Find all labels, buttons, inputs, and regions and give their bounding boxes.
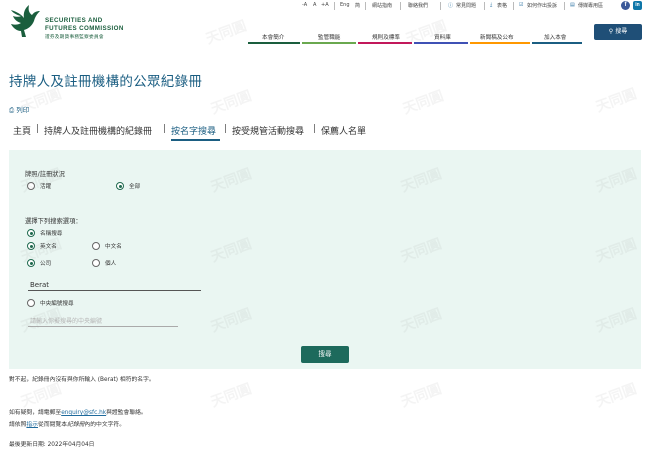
print-link[interactable]: ⎙ 列印: [9, 104, 29, 115]
site-search-button[interactable]: ⚲ 搜尋: [594, 24, 642, 40]
corporation-radio[interactable]: [27, 259, 35, 267]
font-size-medium[interactable]: A: [313, 2, 316, 8]
watermark: 天同圓: [208, 381, 254, 411]
last-updated: 最後更新日期: 2022年04月04日: [9, 442, 95, 448]
tab-separator: |: [163, 124, 167, 134]
enquiry-prefix: 如有疑問，請電郵至: [9, 410, 62, 416]
status-active-radio[interactable]: [27, 182, 35, 190]
print-label: 列印: [16, 106, 30, 114]
watermark: 天同圓: [593, 86, 639, 116]
tab-search-by-name[interactable]: 按名字搜尋: [171, 124, 216, 137]
email-link[interactable]: enquiry@sfc.hk: [61, 410, 106, 416]
enquiry-line: 如有疑問，請電郵至enquiry@sfc.hk與證監會聯絡。: [9, 407, 147, 416]
forms-link[interactable]: 表格: [497, 2, 507, 9]
nav-accent-bar: [358, 42, 412, 44]
status-active-label: 活躍: [40, 184, 52, 190]
instructions-link[interactable]: 指示: [26, 422, 38, 428]
media-icon: ▤: [570, 2, 575, 8]
eagle-logo-icon: [11, 5, 40, 37]
ce-number-input[interactable]: [28, 317, 178, 327]
faq-link[interactable]: 常見問題: [456, 2, 476, 9]
logo-text-zh: 證券及期貨事務監察委員會: [45, 35, 104, 40]
site-map-link[interactable]: 網站指南: [372, 2, 392, 9]
individual-radio[interactable]: [92, 259, 100, 267]
name-search-radio[interactable]: [27, 229, 35, 237]
tab-register[interactable]: 持牌人及註冊機構的紀錄冊: [44, 124, 152, 137]
facebook-icon[interactable]: f: [621, 1, 630, 10]
logo-text-en-2: FUTURES COMMISSION: [45, 25, 124, 32]
divider: [334, 2, 335, 10]
nav-accent-bar: [248, 42, 300, 44]
nav-item-database[interactable]: 資料庫: [434, 33, 451, 41]
site-search-label: 搜尋: [615, 28, 628, 35]
english-name-radio[interactable]: [27, 242, 35, 250]
tab-separator: |: [224, 124, 228, 134]
help-italic: 紀錄冊: [67, 422, 85, 428]
ce-search-radio[interactable]: [27, 299, 35, 307]
download-icon: ⤓: [490, 2, 493, 8]
enquiry-suffix: 與證監會聯絡。: [106, 410, 147, 416]
no-result-message: 對不起，紀錄冊內沒有與你所輸入 (Berat) 相符的名字。: [9, 377, 155, 383]
nav-item-regulatory[interactable]: 監管職能: [318, 33, 340, 41]
tab-separator: |: [36, 124, 40, 134]
status-label: 牌照/註冊狀況: [25, 171, 65, 178]
font-size-large[interactable]: +A: [321, 2, 329, 8]
watermark: 天同圓: [208, 88, 254, 118]
tab-separator: |: [313, 124, 317, 134]
divider: [564, 2, 565, 10]
status-all-radio[interactable]: [116, 182, 124, 190]
divider: [484, 2, 485, 10]
english-name-label: 英文名: [40, 244, 57, 250]
top-bar: SECURITIES AND FUTURES COMMISSION 證券及期貨事…: [0, 0, 650, 46]
media-link[interactable]: 傳媒專用區: [578, 2, 603, 9]
complaint-icon: ☑: [519, 2, 524, 8]
tab-sponsors-list[interactable]: 保薦人名單: [321, 124, 366, 137]
name-search-label: 名稱搜尋: [40, 231, 63, 237]
contact-link[interactable]: 聯絡我們: [408, 2, 428, 9]
complaint-link[interactable]: 如何作出投訴: [527, 2, 557, 9]
sfc-logo[interactable]: SECURITIES AND FUTURES COMMISSION 證券及期貨事…: [9, 4, 199, 44]
lang-sc-link[interactable]: 简: [355, 2, 360, 9]
nav-item-news[interactable]: 新聞稿及公布: [480, 33, 514, 41]
tab-search-by-activity[interactable]: 按受規管活動搜尋: [232, 124, 304, 137]
logo-text-en-1: SECURITIES AND: [45, 17, 103, 24]
name-input[interactable]: [28, 280, 201, 291]
search-form-panel: [9, 150, 641, 369]
divider: [513, 2, 514, 10]
nav-accent-bar: [532, 42, 582, 44]
individual-label: 個人: [105, 261, 117, 267]
watermark: 天同圓: [398, 381, 444, 411]
divider: [400, 2, 401, 10]
divider: [440, 2, 441, 10]
watermark: 天同圓: [400, 88, 446, 118]
search-icon: ⚲: [608, 28, 614, 35]
faq-icon: ⓘ: [448, 3, 454, 9]
divider: [365, 2, 366, 10]
submit-search-button[interactable]: 搜尋: [301, 346, 349, 363]
nav-accent-bar: [470, 42, 530, 44]
linkedin-icon[interactable]: in: [633, 1, 642, 10]
nav-accent-bar: [302, 42, 356, 44]
nav-item-careers[interactable]: 加入本會: [544, 33, 566, 41]
status-all-label: 全部: [129, 184, 141, 190]
criteria-label: 選擇下列搜索選項：: [25, 218, 82, 225]
chinese-name-radio[interactable]: [92, 242, 100, 250]
help-prefix: 請依照: [9, 422, 27, 428]
chinese-name-label: 中文名: [105, 244, 122, 250]
printer-icon: ⎙: [9, 106, 15, 114]
ce-search-label: 中央編號搜尋: [40, 301, 74, 307]
nav-accent-bar: [414, 42, 468, 44]
help-line: 請依照指示從而閱覽本紀錄冊內的中文字符。: [9, 419, 125, 428]
watermark: 天同圓: [593, 381, 639, 411]
page-title: 持牌人及註冊機構的公眾紀錄冊: [9, 74, 203, 90]
tab-home[interactable]: 主頁: [13, 124, 31, 137]
help-mid: 從而閱覽本: [38, 422, 68, 428]
font-size-small[interactable]: -A: [302, 2, 307, 8]
lang-en-link[interactable]: Eng: [340, 2, 350, 8]
nav-item-about[interactable]: 本會簡介: [262, 33, 284, 41]
active-tab-indicator: [171, 139, 220, 141]
help-suffix: 內的中文字符。: [84, 422, 126, 428]
nav-item-rules[interactable]: 規則及標準: [372, 33, 400, 41]
corporation-label: 公司: [40, 261, 52, 267]
